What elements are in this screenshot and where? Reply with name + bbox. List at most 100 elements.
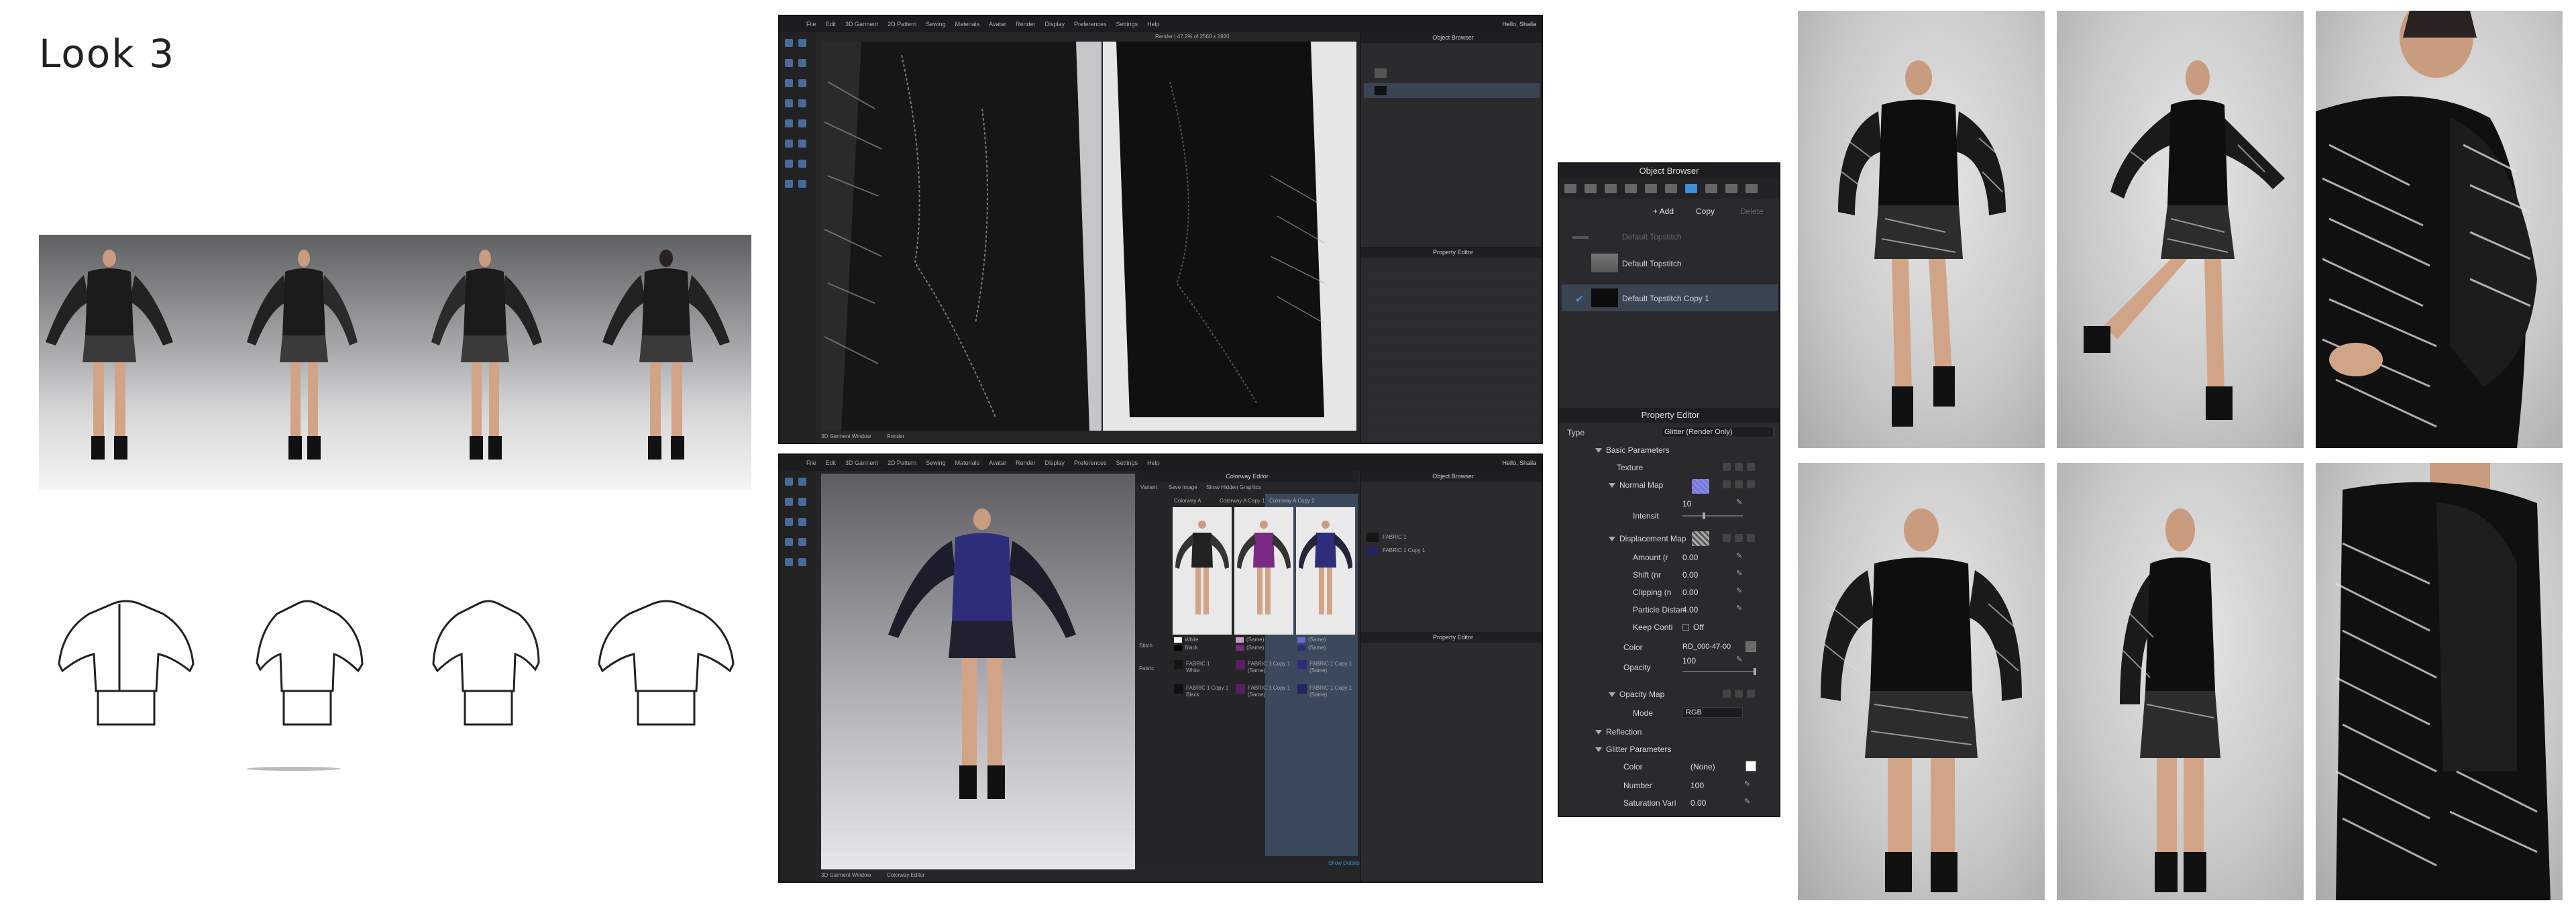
tool-icon[interactable] <box>785 558 793 566</box>
menu-sewing[interactable]: Sewing <box>926 460 946 466</box>
menu-2d-pattern[interactable]: 2D Pattern <box>888 21 916 28</box>
swatch[interactable] <box>1236 660 1245 669</box>
show-details-link[interactable]: Show Details <box>1328 860 1360 866</box>
opacity-value[interactable]: 100 <box>1682 656 1696 665</box>
menu-display[interactable]: Display <box>1045 460 1065 466</box>
graphic-icon[interactable] <box>1625 184 1637 193</box>
selected-stitch-row[interactable] <box>1364 83 1540 98</box>
3d-garment-viewport[interactable] <box>821 42 1102 431</box>
texture-icon[interactable] <box>1735 463 1743 471</box>
user-greeting[interactable]: Hello, Shaila <box>1502 21 1542 28</box>
tool-icon[interactable] <box>798 478 806 486</box>
menu-preferences[interactable]: Preferences <box>1074 460 1107 466</box>
tab-3d-garment-window[interactable]: 3D Garment Window <box>821 872 871 878</box>
basic-parameters-section[interactable]: Basic Parameters <box>1595 445 1779 455</box>
texture-icon[interactable] <box>1735 534 1743 542</box>
swatch[interactable] <box>1236 645 1244 651</box>
edit-icon[interactable]: ✎ <box>1736 570 1743 578</box>
colorway-a-copy1-label[interactable]: Colorway A Copy 1 <box>1220 498 1265 504</box>
edit-icon[interactable]: ✎ <box>1744 798 1751 806</box>
slider-handle[interactable] <box>1754 668 1756 675</box>
swatch[interactable] <box>1174 660 1183 669</box>
opacity-slider[interactable] <box>1682 671 1756 672</box>
object-item-default-topstitch-copy-1[interactable]: Default Topstitch Copy 1 <box>1622 294 1779 303</box>
tab-colorway-editor[interactable]: Colorway Editor <box>887 872 924 878</box>
particle-distance-value[interactable]: 4.00 <box>1682 605 1698 614</box>
menu-edit[interactable]: Edit <box>826 21 837 28</box>
menu-settings[interactable]: Settings <box>1116 21 1138 28</box>
texture-icon[interactable] <box>1735 690 1743 698</box>
measure-icon[interactable] <box>1746 184 1758 193</box>
tool-icon[interactable] <box>785 478 793 486</box>
menu-settings[interactable]: Settings <box>1116 460 1138 466</box>
tab-render[interactable]: Render <box>887 433 904 439</box>
edit-icon[interactable]: ✎ <box>1736 499 1743 506</box>
swatch[interactable] <box>1297 637 1305 643</box>
saturation-value[interactable]: 0.00 <box>1690 798 1706 808</box>
tool-icon[interactable] <box>785 140 793 148</box>
object-item-default-topstitch[interactable]: Default Topstitch <box>1622 259 1779 268</box>
tool-icon[interactable] <box>798 160 806 168</box>
edit-icon[interactable]: ✎ <box>1744 781 1751 788</box>
mode-select[interactable]: RGB <box>1682 707 1743 718</box>
menu-materials[interactable]: Materials <box>955 460 980 466</box>
menu-3d-garment[interactable]: 3D Garment <box>845 460 878 466</box>
puckering-icon[interactable] <box>1705 184 1717 193</box>
tool-icon[interactable] <box>785 119 793 127</box>
colorway-thumbnails[interactable] <box>1173 507 1358 635</box>
tool-icon[interactable] <box>785 498 793 506</box>
render-viewport[interactable] <box>1103 42 1356 431</box>
edit-icon[interactable]: ✎ <box>1736 605 1743 612</box>
delete-button[interactable]: Delete <box>1740 207 1779 216</box>
menu-avatar[interactable]: Avatar <box>989 460 1006 466</box>
variant-toggle[interactable]: Variant <box>1140 484 1157 490</box>
zipper-icon[interactable] <box>1665 184 1677 193</box>
tool-icon[interactable] <box>785 538 793 546</box>
tool-icon[interactable] <box>798 39 806 47</box>
tool-icon[interactable] <box>798 558 806 566</box>
trim-icon[interactable] <box>1645 184 1657 193</box>
menu-display[interactable]: Display <box>1045 21 1065 28</box>
menu-render[interactable]: Render <box>1016 460 1036 466</box>
menu-materials[interactable]: Materials <box>955 21 980 28</box>
color-swatch[interactable] <box>1746 641 1756 652</box>
menu-file[interactable]: File <box>806 460 816 466</box>
glitter-parameters-section[interactable]: Glitter Parameters <box>1595 745 1779 754</box>
tool-icon[interactable] <box>785 59 793 67</box>
tool-icon[interactable] <box>785 99 793 107</box>
avatar-icon[interactable] <box>1725 184 1737 193</box>
user-greeting[interactable]: Hello, Shaila <box>1502 460 1542 466</box>
amount-value[interactable]: 0.00 <box>1682 553 1698 562</box>
swatch[interactable] <box>1297 645 1305 651</box>
menu-help[interactable]: Help <box>1147 460 1160 466</box>
3d-garment-viewport[interactable] <box>821 474 1135 869</box>
swatch[interactable] <box>1174 645 1182 651</box>
tool-icon[interactable] <box>798 518 806 526</box>
texture-icon[interactable] <box>1723 534 1731 542</box>
menu-preferences[interactable]: Preferences <box>1074 21 1107 28</box>
colorway-a-copy2-label[interactable]: Colorway A Copy 2 <box>1269 498 1315 504</box>
tool-icon[interactable] <box>798 99 806 107</box>
clipping-value[interactable]: 0.00 <box>1682 588 1698 597</box>
save-image-button[interactable]: Save Image <box>1169 484 1197 490</box>
swatch[interactable] <box>1297 684 1307 694</box>
object-item-default-topstitch-dim[interactable]: Default Topstitch <box>1622 232 1779 242</box>
slider-handle[interactable] <box>1703 513 1705 519</box>
tab-3d-garment-window[interactable]: 3D Garment Window <box>821 433 871 439</box>
button-icon[interactable] <box>1605 184 1617 193</box>
reflection-section[interactable]: Reflection <box>1595 727 1779 737</box>
swatch[interactable] <box>1236 684 1245 694</box>
keep-continuity-checkbox[interactable] <box>1682 624 1689 631</box>
edit-icon[interactable]: ✎ <box>1736 656 1743 663</box>
normal-map-value[interactable]: 10 <box>1682 499 1691 508</box>
texture-icon[interactable] <box>1747 463 1755 471</box>
texture-icon[interactable] <box>1747 480 1755 488</box>
tool-icon[interactable] <box>785 160 793 168</box>
swatch[interactable] <box>1236 637 1244 643</box>
tool-icon[interactable] <box>785 518 793 526</box>
tool-icon[interactable] <box>798 140 806 148</box>
texture-icon[interactable] <box>1735 480 1743 488</box>
menu-sewing[interactable]: Sewing <box>926 21 946 28</box>
tool-icon[interactable] <box>785 180 793 188</box>
color-value[interactable]: RD_000-47-00 <box>1682 643 1731 651</box>
